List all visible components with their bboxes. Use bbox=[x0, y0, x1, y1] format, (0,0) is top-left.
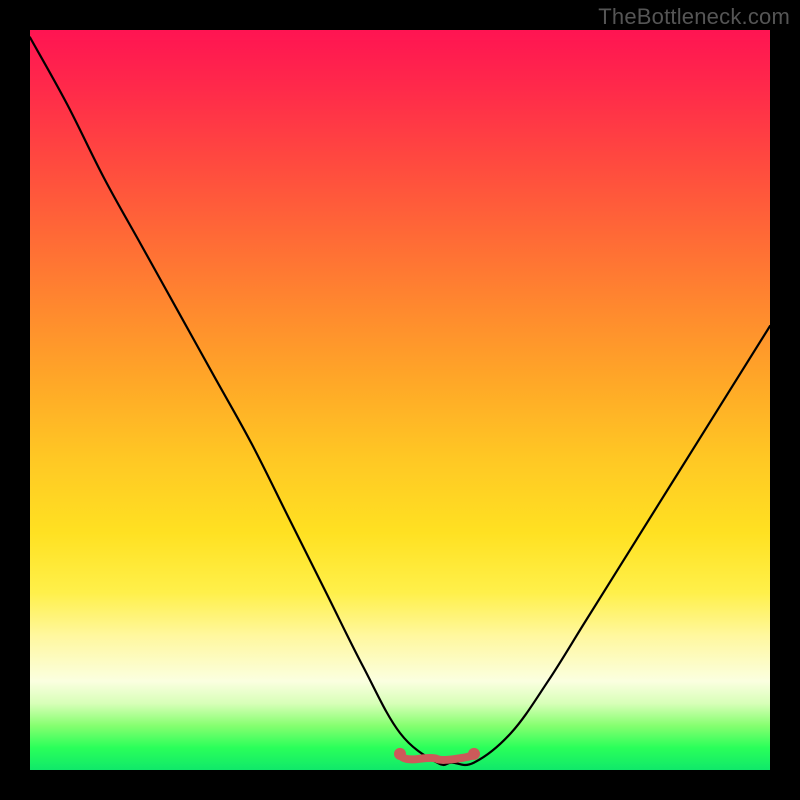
optimal-range-connector bbox=[400, 755, 474, 760]
watermark-text: TheBottleneck.com bbox=[598, 4, 790, 30]
bottleneck-curve-line bbox=[30, 37, 770, 765]
plot-area bbox=[30, 30, 770, 770]
curve-svg bbox=[30, 30, 770, 770]
chart-frame: TheBottleneck.com bbox=[0, 0, 800, 800]
